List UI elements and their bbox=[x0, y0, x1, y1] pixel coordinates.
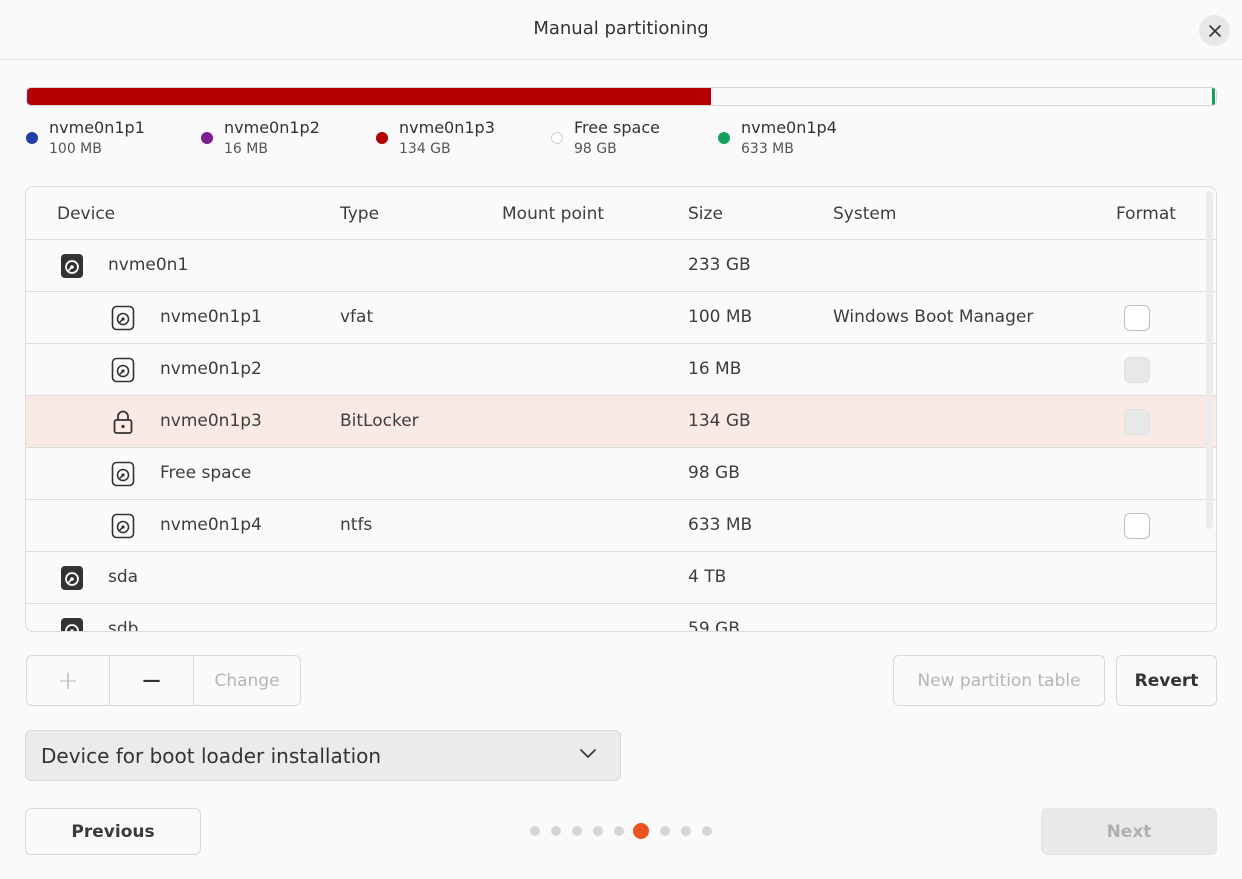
table-body: nvme0n1 233 GB nvme0n1p1 vfat 100 MB Windows … bbox=[26, 240, 1216, 632]
legend-partition-size: 100 MB bbox=[49, 141, 102, 157]
page-dot bbox=[530, 826, 540, 836]
partition-icon bbox=[111, 513, 135, 539]
partition-size: 16 MB bbox=[688, 359, 742, 379]
legend-partition-size: 633 MB bbox=[741, 141, 794, 157]
legend-color-dot bbox=[26, 132, 38, 144]
column-header-size[interactable]: Size bbox=[688, 204, 723, 224]
table-scrollbar[interactable] bbox=[1206, 191, 1213, 529]
table-row[interactable]: nvme0n1p4 ntfs 633 MB bbox=[26, 500, 1216, 552]
page-dot bbox=[681, 826, 691, 836]
usage-segment bbox=[1211, 88, 1216, 105]
change-partition-button[interactable]: Change bbox=[194, 656, 300, 705]
table-header: Device Type Mount point Size System Form… bbox=[26, 187, 1216, 240]
page-dot bbox=[614, 826, 624, 836]
partition-actions: + − Change bbox=[26, 655, 301, 706]
usage-segment bbox=[711, 88, 1212, 105]
device-name: nvme0n1p1 bbox=[160, 307, 262, 327]
page-dot bbox=[702, 826, 712, 836]
column-header-device[interactable]: Device bbox=[57, 204, 115, 224]
table-row[interactable]: nvme0n1p1 vfat 100 MB Windows Boot Manager bbox=[26, 292, 1216, 344]
lock-icon bbox=[111, 409, 135, 435]
window-title: Manual partitioning bbox=[533, 18, 709, 39]
partition-system: Windows Boot Manager bbox=[833, 307, 1034, 327]
device-name: Free space bbox=[160, 463, 252, 483]
partition-usage-bar bbox=[26, 87, 1217, 106]
legend-partition-name: nvme0n1p4 bbox=[741, 118, 837, 137]
column-header-type[interactable]: Type bbox=[340, 204, 379, 224]
partition-size: 233 GB bbox=[688, 255, 751, 275]
add-partition-button[interactable]: + bbox=[27, 656, 110, 705]
partition-size: 98 GB bbox=[688, 463, 740, 483]
device-name: nvme0n1p3 bbox=[160, 411, 262, 431]
legend-partition-size: 98 GB bbox=[574, 141, 617, 157]
column-header-mount-point[interactable]: Mount point bbox=[502, 204, 604, 224]
partition-size: 59 GB bbox=[688, 619, 740, 632]
disk-icon bbox=[60, 565, 84, 591]
page-dot bbox=[551, 826, 561, 836]
legend-partition-name: nvme0n1p3 bbox=[399, 118, 495, 137]
new-partition-table-button[interactable]: New partition table bbox=[893, 655, 1105, 706]
title-bar: Manual partitioning bbox=[0, 0, 1242, 60]
legend-color-dot bbox=[376, 132, 388, 144]
format-checkbox[interactable] bbox=[1124, 305, 1150, 331]
close-icon bbox=[1208, 24, 1221, 37]
table-row[interactable]: nvme0n1 233 GB bbox=[26, 240, 1216, 292]
partition-type: BitLocker bbox=[340, 411, 419, 431]
table-row[interactable]: sda 4 TB bbox=[26, 552, 1216, 604]
revert-button[interactable]: Revert bbox=[1116, 655, 1217, 706]
chevron-down-icon bbox=[580, 749, 596, 758]
format-checkbox bbox=[1124, 357, 1150, 383]
disk-icon bbox=[60, 253, 84, 279]
partition-size: 100 MB bbox=[688, 307, 753, 327]
legend-partition-name: Free space bbox=[574, 118, 660, 137]
partition-legend: nvme0n1p1 100 MB nvme0n1p2 16 MB nvme0n1p3 13… bbox=[26, 117, 1217, 161]
page-dot bbox=[660, 826, 670, 836]
format-checkbox[interactable] bbox=[1124, 513, 1150, 539]
partition-icon bbox=[111, 305, 135, 331]
next-button[interactable]: Next bbox=[1041, 808, 1217, 855]
close-button[interactable] bbox=[1199, 15, 1230, 46]
disk-icon bbox=[60, 617, 84, 631]
page-dot-active bbox=[633, 823, 649, 839]
device-name: nvme0n1p4 bbox=[160, 515, 262, 535]
bootloader-device-label: Device for boot loader installation bbox=[41, 744, 382, 768]
page-dot bbox=[593, 826, 603, 836]
bootloader-device-select[interactable]: Device for boot loader installation bbox=[25, 730, 621, 781]
legend-partition-size: 16 MB bbox=[224, 141, 268, 157]
partition-size: 633 MB bbox=[688, 515, 753, 535]
table-row[interactable]: nvme0n1p2 16 MB bbox=[26, 344, 1216, 396]
device-name: sda bbox=[108, 567, 139, 587]
format-checkbox bbox=[1124, 409, 1150, 435]
partition-size: 134 GB bbox=[688, 411, 751, 431]
legend-color-dot bbox=[718, 132, 730, 144]
legend-partition-name: nvme0n1p2 bbox=[224, 118, 320, 137]
legend-partition-name: nvme0n1p1 bbox=[49, 118, 145, 137]
previous-button[interactable]: Previous bbox=[25, 808, 201, 855]
partition-icon bbox=[111, 461, 135, 487]
partition-type: vfat bbox=[340, 307, 374, 327]
partition-table: Device Type Mount point Size System Form… bbox=[25, 186, 1217, 632]
table-row[interactable]: Free space 98 GB bbox=[26, 448, 1216, 500]
legend-color-dot bbox=[201, 132, 213, 144]
remove-partition-button[interactable]: − bbox=[110, 656, 194, 705]
table-row[interactable]: sdb 59 GB bbox=[26, 604, 1216, 632]
column-header-format[interactable]: Format bbox=[1116, 204, 1176, 224]
usage-segment bbox=[27, 88, 712, 105]
device-name: sdb bbox=[108, 619, 139, 632]
table-row[interactable]: nvme0n1p3 BitLocker 134 GB bbox=[26, 396, 1216, 448]
device-name: nvme0n1 bbox=[108, 255, 189, 275]
partition-icon bbox=[111, 357, 135, 383]
device-name: nvme0n1p2 bbox=[160, 359, 262, 379]
partition-type: ntfs bbox=[340, 515, 373, 535]
partition-size: 4 TB bbox=[688, 567, 727, 587]
legend-color-dot bbox=[551, 132, 563, 144]
column-header-system[interactable]: System bbox=[833, 204, 896, 224]
legend-partition-size: 134 GB bbox=[399, 141, 451, 157]
page-dot bbox=[572, 826, 582, 836]
